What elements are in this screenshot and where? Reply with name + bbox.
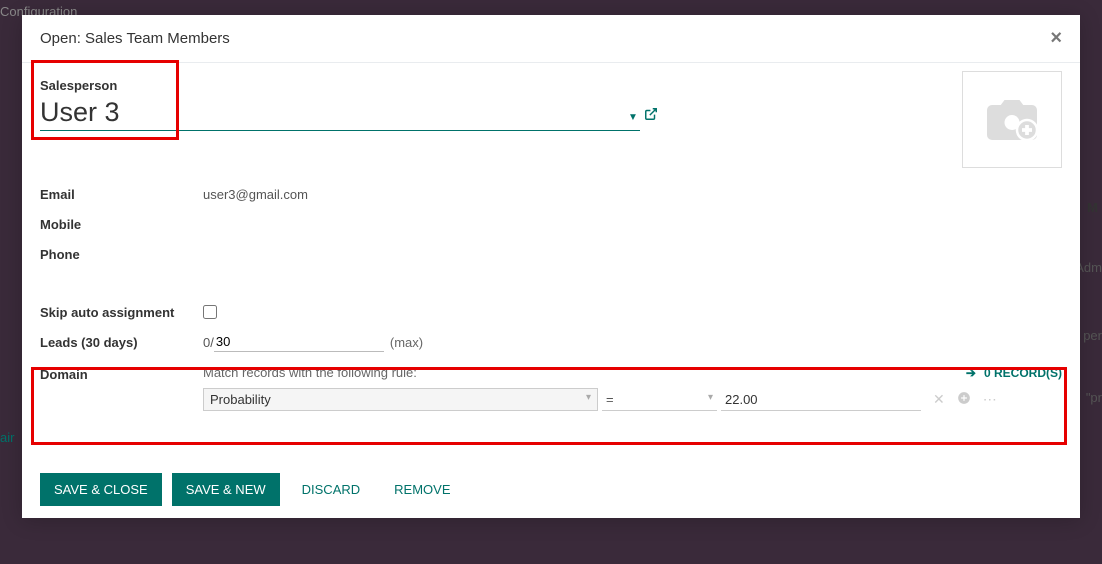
rule-more-icon[interactable]: ⋯ <box>983 391 997 408</box>
rule-add-icon[interactable] <box>957 391 971 408</box>
mobile-label: Mobile <box>40 217 203 232</box>
email-label: Email <box>40 187 203 202</box>
close-icon: × <box>1050 27 1062 49</box>
bg-pr-text: "pr <box>1086 390 1102 405</box>
bg-air-text: air <box>0 430 14 445</box>
rule-value-input[interactable] <box>721 389 921 411</box>
salesperson-input[interactable] <box>40 95 640 131</box>
modal-footer: SAVE & CLOSE SAVE & NEW DISCARD REMOVE <box>22 461 1080 518</box>
close-button[interactable]: × <box>1050 27 1062 50</box>
records-link[interactable]: ➔ 0 RECORD(S) <box>966 366 1062 380</box>
fields-group: Email user3@gmail.com Mobile Phone Skip … <box>40 179 1062 411</box>
camera-plus-icon <box>982 95 1042 145</box>
domain-label: Domain <box>40 365 203 411</box>
leads-max-input[interactable] <box>214 332 384 352</box>
skip-assignment-checkbox[interactable] <box>203 305 217 319</box>
phone-row: Phone <box>40 239 1062 269</box>
remove-button[interactable]: REMOVE <box>382 473 462 506</box>
domain-header: Match records with the following rule: ➔… <box>203 365 1062 380</box>
records-count: 0 RECORD(S) <box>984 366 1062 380</box>
rule-field-select[interactable]: Probability <box>203 388 598 411</box>
skip-assignment-row: Skip auto assignment <box>40 297 1062 327</box>
arrow-right-icon: ➔ <box>966 366 976 380</box>
domain-content: Match records with the following rule: ➔… <box>203 365 1062 411</box>
domain-section: Domain Match records with the following … <box>40 365 1062 411</box>
leads-row: Leads (30 days) 0 / (max) <box>40 327 1062 357</box>
salesperson-row: ▼ <box>40 95 1062 131</box>
dropdown-caret-icon[interactable]: ▼ <box>628 112 638 123</box>
save-new-button[interactable]: SAVE & NEW <box>172 473 280 506</box>
rule-actions: ✕ ⋯ <box>933 391 997 408</box>
rule-delete-icon[interactable]: ✕ <box>933 391 945 408</box>
bg-per-text: per <box>1083 328 1102 343</box>
leads-max-hint: (max) <box>390 335 423 350</box>
salesperson-label: Salesperson <box>40 78 1062 93</box>
modal-header: Open: Sales Team Members × <box>22 15 1080 63</box>
phone-label: Phone <box>40 247 203 262</box>
save-close-button[interactable]: SAVE & CLOSE <box>40 473 162 506</box>
skip-assignment-label: Skip auto assignment <box>40 305 203 320</box>
domain-hint: Match records with the following rule: <box>203 365 417 380</box>
discard-button[interactable]: DISCARD <box>290 473 373 506</box>
email-row: Email user3@gmail.com <box>40 179 1062 209</box>
email-value: user3@gmail.com <box>203 187 308 202</box>
domain-rule-row: Probability =▾ ✕ ⋯ <box>203 388 1062 411</box>
mobile-row: Mobile <box>40 209 1062 239</box>
image-upload[interactable] <box>962 71 1062 168</box>
bg-m-text: M <box>1087 200 1098 215</box>
modal-body: Salesperson ▼ Email user3@gmail.com Mobi… <box>22 63 1080 461</box>
modal-dialog: Open: Sales Team Members × Salesperson ▼… <box>22 15 1080 518</box>
modal-title: Open: Sales Team Members <box>40 30 230 47</box>
leads-label: Leads (30 days) <box>40 335 203 350</box>
leads-current: 0 <box>203 335 210 350</box>
external-link-icon[interactable] <box>644 107 658 125</box>
rule-operator-select[interactable]: =▾ <box>602 389 717 411</box>
